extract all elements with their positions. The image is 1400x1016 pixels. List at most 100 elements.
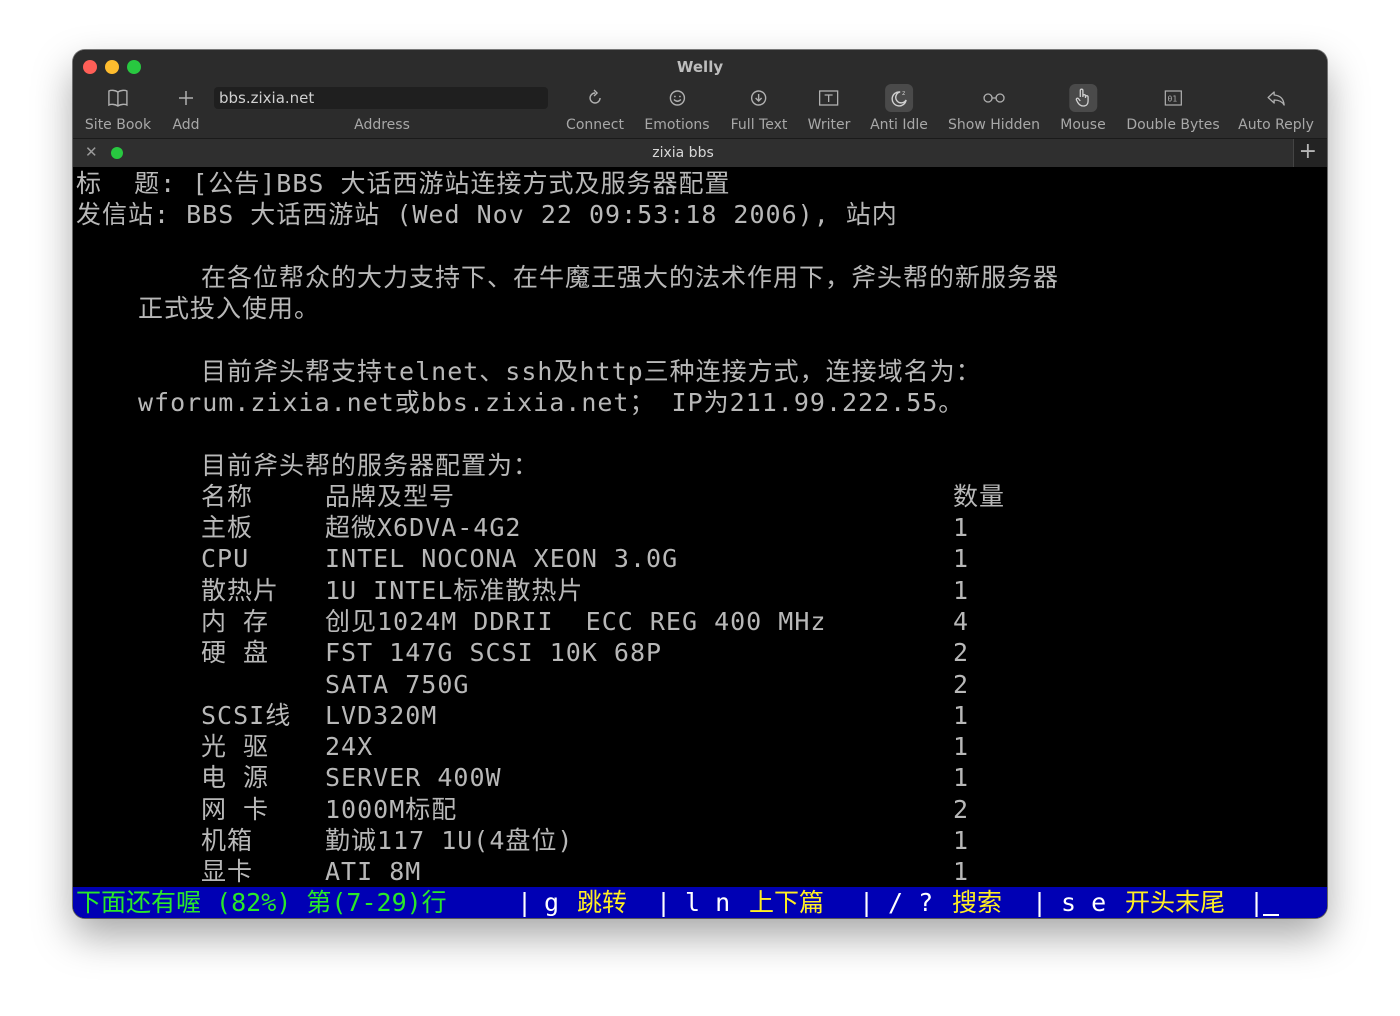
status-key-g: g: [544, 888, 560, 917]
status-keys-ln: l n: [685, 888, 731, 917]
header-name: 名称: [201, 482, 254, 511]
header-brand: 品牌及型号: [325, 482, 456, 511]
status-label-startend: 开头末尾: [1125, 888, 1226, 917]
row-brand: 1U INTEL标准散热片: [325, 575, 584, 605]
writer-button[interactable]: Writer: [808, 84, 850, 133]
terminal-cursor: [1263, 914, 1279, 916]
table-row: 硬 盘 FST 147G SCSI 10K 68P 2: [73, 637, 1327, 668]
row-qty: 1: [953, 513, 970, 542]
header-qty: 数量: [953, 482, 1006, 511]
row-brand: 1000M标配: [325, 794, 458, 824]
bytes-icon: 01: [1159, 84, 1187, 112]
row-name: 光 驱: [201, 732, 270, 762]
plus-icon: [172, 84, 200, 112]
terminal-screen[interactable]: 标 题: [公告]BBS 大话西游站连接方式及服务器配置 发信站: BBS 大话…: [73, 168, 1327, 918]
auto-reply-label: Auto Reply: [1238, 117, 1314, 133]
smiley-icon: [663, 84, 691, 112]
row-qty: 2: [953, 794, 970, 824]
book-icon: [104, 84, 132, 112]
table-row: SCSI线 LVD320M 1: [73, 700, 1327, 731]
new-tab-button[interactable]: +: [1299, 139, 1317, 164]
table-row: 主板 超微X6DVA-4G2 1: [73, 512, 1327, 543]
connect-button[interactable]: Connect: [566, 84, 624, 133]
paragraph-line: 在各位帮众的大力支持下、在牛魔王强大的法术作用下，斧头帮的新服务器: [201, 263, 1060, 292]
row-name: 机箱: [201, 826, 254, 855]
status-separator: |: [1032, 888, 1048, 917]
add-label: Add: [172, 117, 200, 133]
glasses-icon: [980, 84, 1008, 112]
address-input[interactable]: bbs.zixia.net: [214, 87, 548, 109]
post-sender: 发信站: BBS 大话西游站 (Wed Nov 22 09:53:18 2006…: [76, 200, 898, 229]
toolbar: Welly Site Book Add bbs.zixia.net Addres…: [73, 50, 1327, 139]
status-keys-search: / ?: [888, 888, 934, 917]
row-brand: SERVER 400W: [325, 763, 502, 793]
row-brand: INTEL NOCONA XEON 3.0G: [325, 544, 679, 574]
row-name: 主板: [201, 513, 254, 542]
auto-reply-button[interactable]: Auto Reply: [1238, 84, 1314, 133]
row-qty: 1: [953, 826, 970, 855]
row-qty: 1: [953, 857, 970, 887]
double-bytes-button[interactable]: 01 Double Bytes: [1126, 84, 1220, 133]
full-text-button[interactable]: Full Text: [730, 84, 788, 133]
row-brand: 创见1024M DDRII ECC REG 400 MHz: [325, 606, 827, 636]
row-qty: 4: [953, 606, 970, 636]
row-name: 内 存: [201, 606, 270, 636]
status-keys-se: s e: [1061, 888, 1107, 917]
status-separator: |: [656, 888, 672, 917]
text-box-icon: [815, 84, 843, 112]
row-name: 电 源: [201, 763, 270, 793]
window-title: Welly: [676, 58, 724, 76]
table-row: 光 驱 24X 1: [73, 731, 1327, 762]
row-qty: 1: [953, 544, 970, 574]
table-row: 内 存 创见1024M DDRII ECC REG 400 MHz 4: [73, 606, 1327, 637]
row-brand: 勤诚117 1U(4盘位): [325, 826, 574, 855]
row-brand: LVD320M: [325, 700, 438, 730]
address-label: Address: [354, 117, 410, 133]
paragraph-line: 目前斧头帮支持telnet、ssh及http三种连接方式，连接域名为：: [201, 357, 982, 386]
row-name: 显卡: [201, 857, 254, 887]
table-row: 散热片 1U INTEL标准散热片 1: [73, 575, 1327, 606]
row-brand: SATA 750G: [325, 669, 470, 699]
hand-pointer-icon: [1069, 84, 1097, 112]
row-name: 散热片: [201, 575, 280, 605]
row-qty: 1: [953, 763, 970, 793]
emotions-button[interactable]: Emotions: [644, 84, 710, 133]
row-brand: 24X: [325, 732, 374, 762]
tab-title: zixia bbs: [652, 145, 714, 161]
status-label-search: 搜索: [952, 888, 1003, 917]
tab-zixia-bbs[interactable]: ✕ zixia bbs: [73, 139, 1294, 167]
anti-idle-button[interactable]: z Anti Idle: [870, 84, 928, 133]
row-name: CPU: [201, 544, 250, 574]
reload-icon: [581, 84, 609, 112]
table-row: 网 卡 1000M标配 2: [73, 794, 1327, 825]
table-row: 机箱 勤诚117 1U(4盘位) 1: [73, 825, 1327, 856]
row-brand: 超微X6DVA-4G2: [325, 513, 522, 542]
row-qty: 1: [953, 700, 970, 730]
table-row: 电 源 SERVER 400W 1: [73, 762, 1327, 793]
app-window: Welly Site Book Add bbs.zixia.net Addres…: [73, 50, 1327, 918]
double-bytes-label: Double Bytes: [1126, 117, 1220, 133]
row-qty: 2: [953, 669, 970, 699]
status-bar: 下面还有喔 (82%) 第(7-29)行 | g 跳转 | l n 上下篇 | …: [73, 887, 1327, 918]
table-header: 名称 品牌及型号 数量: [73, 481, 1327, 512]
svg-text:01: 01: [1167, 95, 1177, 104]
show-hidden-button[interactable]: Show Hidden: [948, 84, 1040, 133]
status-separator: |: [859, 888, 875, 917]
status-label-prevnext: 上下篇: [749, 888, 825, 917]
mouse-button[interactable]: Mouse: [1060, 84, 1106, 133]
site-book-button[interactable]: Site Book: [85, 84, 151, 133]
connect-label: Connect: [566, 117, 624, 133]
tab-bar: ✕ zixia bbs +: [73, 139, 1327, 167]
download-circle-icon: [745, 84, 773, 112]
full-text-label: Full Text: [730, 117, 788, 133]
emotions-label: Emotions: [644, 117, 710, 133]
status-progress: 下面还有喔 (82%) 第(7-29)行: [76, 888, 447, 917]
row-qty: 1: [953, 575, 970, 605]
mouse-label: Mouse: [1060, 117, 1106, 133]
row-brand: FST 147G SCSI 10K 68P: [325, 638, 663, 668]
add-button[interactable]: Add: [172, 84, 200, 133]
row-brand: ATI 8M: [325, 857, 422, 887]
table-row: SATA 750G 2: [73, 669, 1327, 700]
post-subject: 标 题: [公告]BBS 大话西游站连接方式及服务器配置: [76, 169, 731, 198]
anti-idle-label: Anti Idle: [870, 117, 928, 133]
